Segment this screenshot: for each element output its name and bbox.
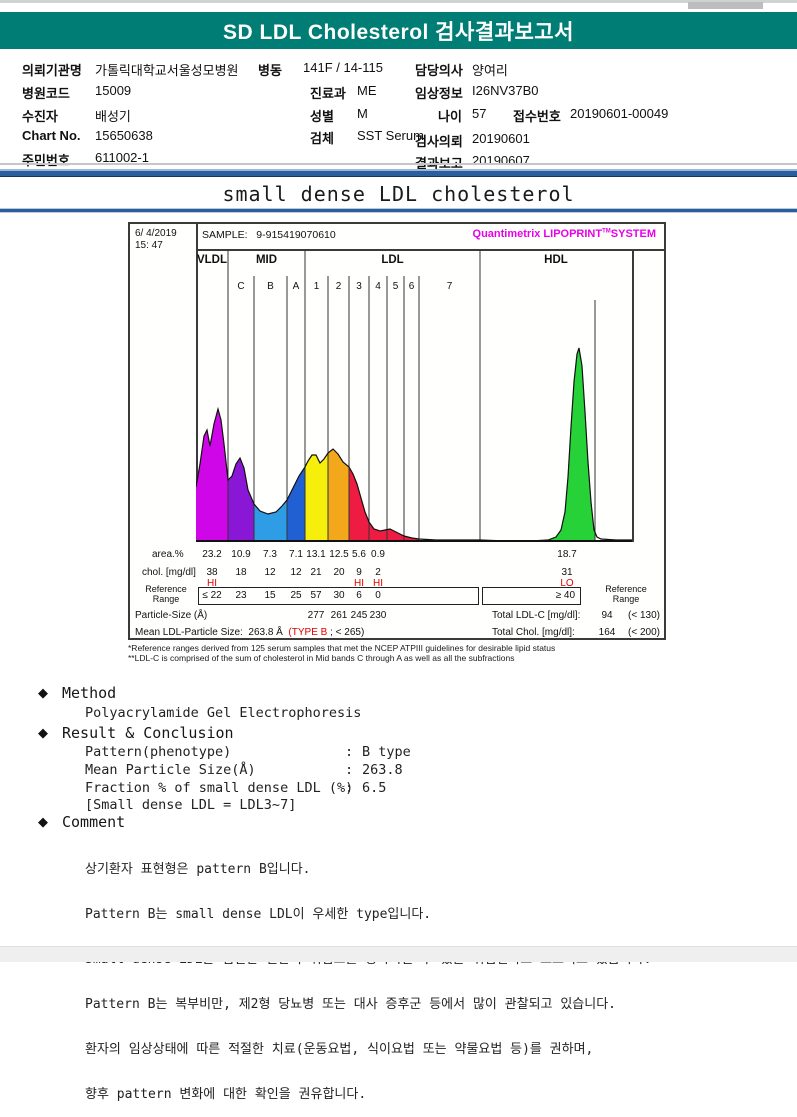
sample-label: SAMPLE: [202, 229, 248, 241]
patient-info: 의뢰기관명 가톨릭대학교서울성모병원 병동 141F / 14-115 담당의사… [0, 0, 797, 171]
section-title: small dense LDL cholesterol [222, 182, 575, 206]
specimen-label: 검체 [310, 131, 334, 146]
org-label: 의뢰기관명 [22, 63, 82, 78]
total-chol-value: 164 [598, 627, 616, 638]
chol-hdl-cell: 31 [561, 567, 573, 578]
result-bullet-icon: ◆ [38, 725, 48, 740]
particle-size-label: Particle-Size (Å) [135, 610, 208, 621]
footer-gray-band [0, 946, 797, 962]
comment-line: Pattern B는 복부비만, 제2형 당뇨병 또는 대사 증후군 등에서 많… [85, 997, 616, 1012]
ward-value: 141F / 14-115 [303, 60, 383, 75]
chol-row-label: chol. [mg/dl] [142, 567, 196, 578]
chart-datetime: 6/ 4/2019 15: 47 [135, 228, 177, 251]
reference-range-right-label: Reference Range [605, 584, 647, 604]
result-row-value: 263.8 [362, 762, 403, 778]
area-hdl-cell: 18.7 [557, 549, 577, 560]
total-ldl-label: Total LDL-C [mg/dl]: [492, 610, 581, 621]
result-row-label: Mean Particle Size(Å) [85, 762, 256, 778]
divider-blue-thin [0, 208, 797, 213]
dept-value: ME [357, 83, 377, 98]
total-ldl-value: 94 [601, 610, 613, 621]
sex-value: M [357, 106, 368, 121]
age-label: 나이 [438, 109, 462, 124]
patient-label: 수진자 [22, 109, 58, 124]
gel-curve-svg [196, 250, 632, 542]
comment-body: 상기환자 표현형은 pattern B입니다. Pattern B는 small… [85, 832, 651, 1117]
divider-blue-thick [0, 169, 797, 177]
age-value: 57 [472, 106, 487, 121]
result-row-sep: : [345, 780, 354, 796]
total-chol-label: Total Chol. [mg/dl]: [492, 627, 575, 638]
doctor-label: 담당의사 [415, 63, 463, 78]
area-row-label: area.% [152, 549, 184, 560]
result-row-value: 6.5 [362, 780, 387, 796]
total-chol-ref: (< 200) [628, 627, 660, 638]
method-bullet-icon: ◆ [38, 685, 48, 700]
reported-value: 20190607 [472, 153, 530, 168]
comment-line: Pattern B는 small dense LDL이 우세한 type입니다. [85, 907, 432, 922]
comment-bullet-icon: ◆ [38, 814, 48, 829]
baseline [196, 540, 632, 542]
method-body: Polyacrylamide Gel Electrophoresis [85, 705, 362, 721]
comment-line: 향후 pattern 변화에 대한 확인을 권유합니다. [85, 1087, 367, 1102]
comment-line: 상기환자 표현형은 pattern B입니다. [85, 862, 311, 877]
table-cell: 230 [369, 610, 387, 621]
clinical-value: I26NV37B0 [472, 83, 539, 98]
dept-label: 진료과 [310, 86, 346, 101]
comment-heading: Comment [62, 813, 126, 831]
hospital-code-label: 병원코드 [22, 86, 70, 101]
result-row-sep: : [345, 762, 354, 778]
result-note: [Small dense LDL = LDL3~7] [85, 797, 297, 813]
total-ldl-ref: (< 130) [628, 610, 660, 621]
hospital-code-value: 15009 [95, 83, 132, 98]
particle-size-row: Particle-Size (Å) Total LDL-C [mg/dl]: 9… [130, 610, 668, 622]
brand-logo-text: Quantimetrix LIPOPRINTTMSYSTEM [472, 228, 656, 240]
ordered-label: 검사의뢰 [415, 134, 463, 149]
table-cell: 2 [375, 567, 381, 578]
lipoprint-chart: 6/ 4/2019 15: 47 SAMPLE: 9-915419070610 Q… [128, 222, 666, 640]
result-row-label: Pattern(phenotype) [85, 744, 232, 760]
footnote-2: **LDL-C is comprised of the sum of chole… [128, 653, 515, 663]
org-value: 가톨릭대학교서울성모병원 [95, 63, 239, 78]
right-inner-divider [632, 250, 634, 542]
chart-no-label: Chart No. [22, 128, 81, 143]
result-row-label: Fraction % of small dense LDL (%) [85, 780, 354, 796]
rrn-label: 주민번호 [22, 153, 70, 168]
mean-particle-row: Mean LDL-Particle Size: 263.8 Å (TYPE B … [130, 627, 668, 639]
table-cell: 0 [375, 590, 381, 601]
ward-label: 병동 [258, 63, 282, 78]
table-cell: 0.9 [371, 549, 385, 560]
sample-id-row: SAMPLE: 9-915419070610 [202, 229, 336, 241]
result-row-value: B type [362, 744, 411, 760]
sample-id: 9-915419070610 [256, 229, 336, 241]
report-page: { "ui": { "bullet": "◆" }, "header": { "… [0, 0, 797, 1102]
result-row-sep: : [345, 744, 354, 760]
ordered-value: 20190601 [472, 131, 530, 146]
area-row: area.% 18.7 23.2 10.9 7.3 7.1 13.1 12.5 5.6 0.9 [130, 549, 668, 561]
comment-line: 환자의 임상상태에 따른 적절한 치료(운동요법, 식이요법 또는 약물요법 등… [85, 1042, 594, 1057]
method-heading: Method [62, 684, 117, 702]
reference-values-row: ≤ 22 23 15 25 57 30 6 0 [130, 590, 668, 602]
divider-gray [0, 163, 797, 165]
doctor-value: 양여리 [472, 63, 508, 78]
result-heading: Result & Conclusion [62, 724, 234, 742]
patient-name: 배성기 [95, 109, 131, 124]
clinical-label: 임상정보 [415, 86, 463, 101]
specimen-value: SST Serum [357, 128, 424, 143]
accession-value: 20190601-00049 [570, 106, 669, 121]
footnote-1: *Reference ranges derived from 125 serum… [128, 643, 556, 653]
mean-particle-label: Mean LDL-Particle Size: 263.8 Å (TYPE B … [135, 627, 365, 638]
chart-no-value: 15650638 [95, 128, 153, 143]
accession-label: 접수번호 [513, 109, 561, 124]
sex-label: 성별 [310, 109, 334, 124]
